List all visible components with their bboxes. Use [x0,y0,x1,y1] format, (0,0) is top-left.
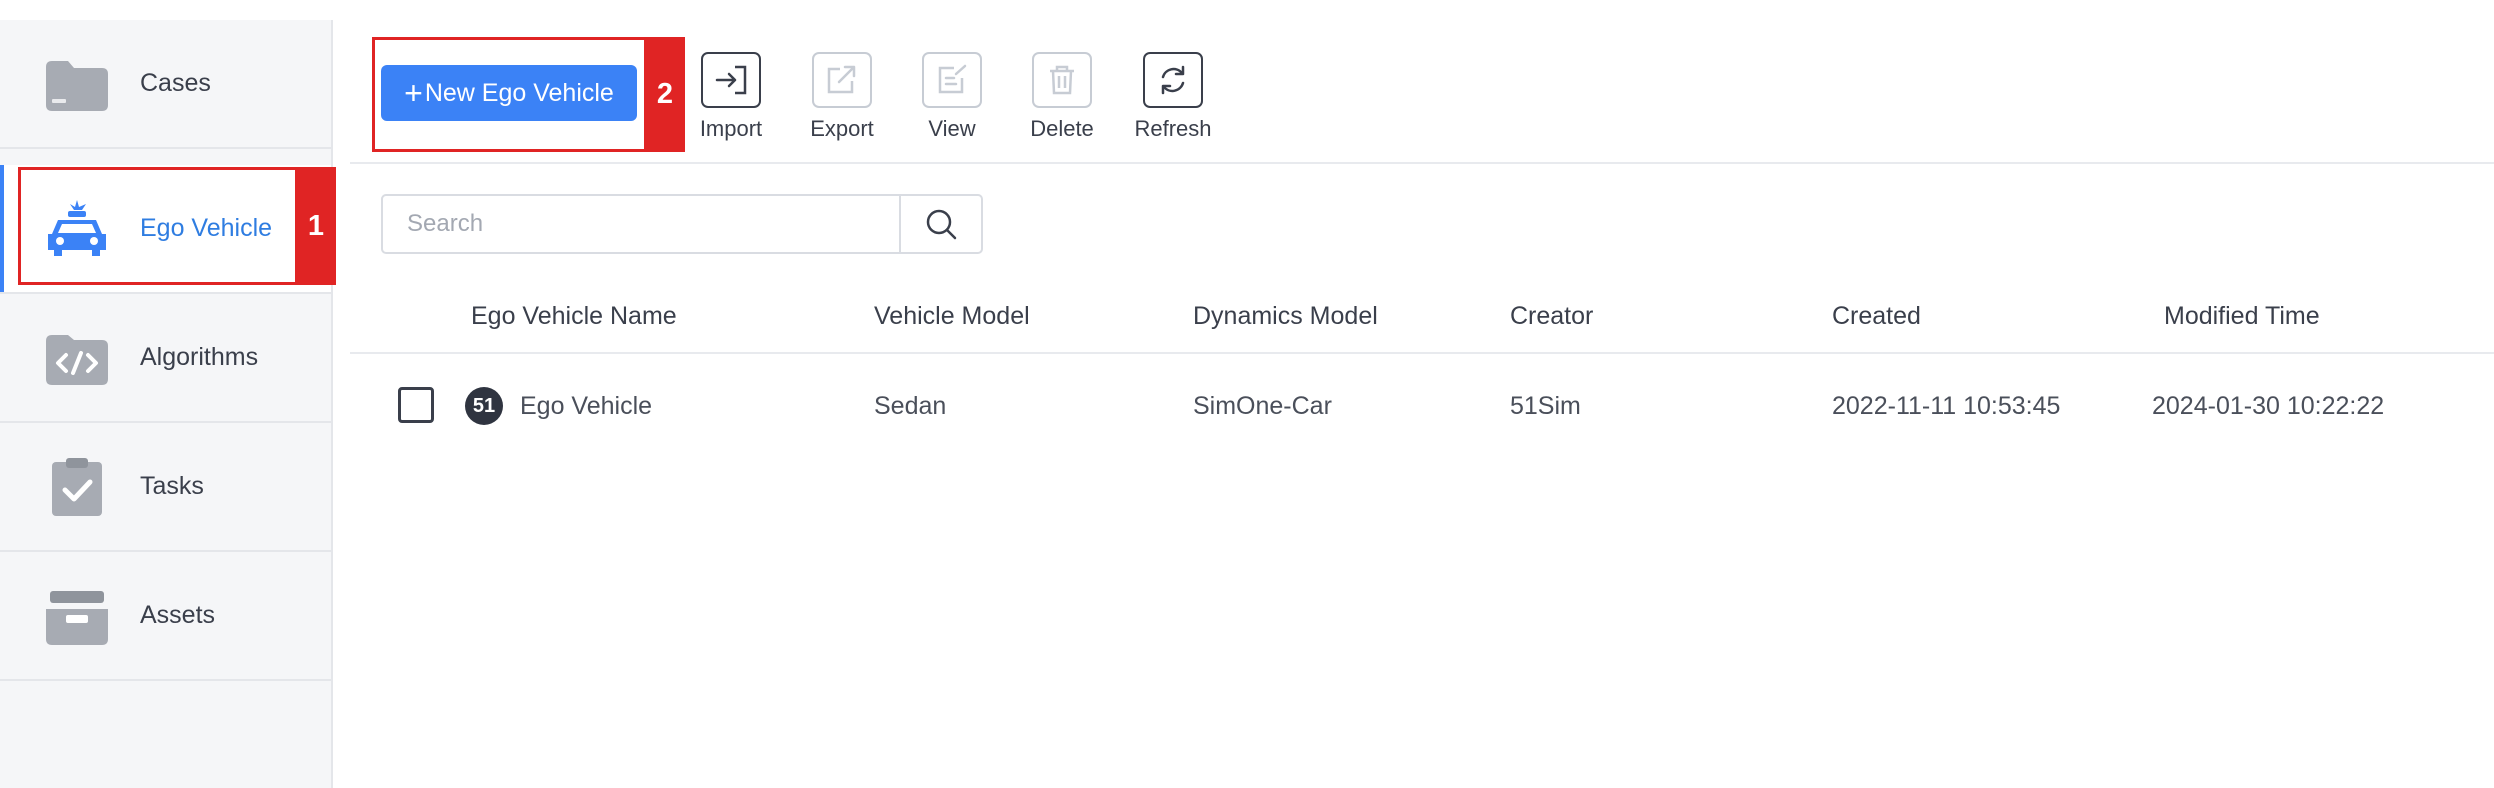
cell-creator: 51Sim [1510,392,1581,420]
search-icon [926,209,957,240]
search-input[interactable] [383,196,899,252]
import-button[interactable]: Import [686,52,776,142]
refresh-icon [1143,52,1203,108]
cell-modified-time: 2024-01-30 10:22:22 [2152,392,2385,420]
trash-icon [1032,52,1092,108]
column-header-creator[interactable]: Creator [1510,302,1593,331]
column-header-modified-time[interactable]: Modified Time [2164,302,2320,331]
cell-vehicle-model: Sedan [874,392,947,420]
folder-icon [46,60,108,111]
vehicle-badge: 51 [465,387,503,425]
row-checkbox[interactable] [398,387,434,423]
view-button[interactable]: View [907,52,997,142]
export-icon [812,52,872,108]
refresh-button[interactable]: Refresh [1128,52,1218,142]
search-button[interactable] [899,196,981,252]
cell-created: 2022-11-11 10:53:45 [1832,392,2061,420]
export-button[interactable]: Export [797,52,887,142]
column-header-created[interactable]: Created [1832,302,1921,331]
sidebar-item-cases[interactable]: Cases [0,20,331,149]
code-icon [46,334,108,385]
sidebar-item-algorithms[interactable]: Algorithms [0,294,331,423]
sidebar-item-assets[interactable]: Assets [0,552,331,681]
annotation-number-1: 1 [296,167,336,285]
cell-name[interactable]: Ego Vehicle [520,392,652,421]
sidebar-item-label: Assets [140,601,216,629]
sidebar-item-label: Algorithms [140,343,259,371]
delete-label: Delete [1030,116,1094,141]
archive-box-icon [46,590,108,645]
annotation-number-2: 2 [645,37,685,152]
sidebar-item-label: Cases [140,69,211,97]
cell-dynamics-model: SimOne-Car [1193,392,1332,420]
toolbar-divider [350,162,2494,164]
annotation-highlight-1 [18,167,298,285]
sidebar-item-label: Tasks [140,472,204,500]
view-label: View [928,116,976,141]
annotation-highlight-2 [372,37,647,152]
delete-button[interactable]: Delete [1017,52,1107,142]
import-icon [701,52,761,108]
column-header-vehicle-model[interactable]: Vehicle Model [874,302,1030,331]
sidebar-item-tasks[interactable]: Tasks [0,423,331,552]
column-header-name[interactable]: Ego Vehicle Name [471,302,677,331]
refresh-label: Refresh [1134,116,1212,141]
search-bar [381,194,983,254]
import-label: Import [699,116,763,141]
sidebar: Cases Ego Vehicle Algorithms Tasks Asset… [0,20,333,788]
table-header-divider [350,352,2494,354]
clipboard-check-icon [52,457,102,516]
column-header-dynamics-model[interactable]: Dynamics Model [1193,302,1378,331]
view-edit-icon [922,52,982,108]
export-label: Export [810,116,874,141]
